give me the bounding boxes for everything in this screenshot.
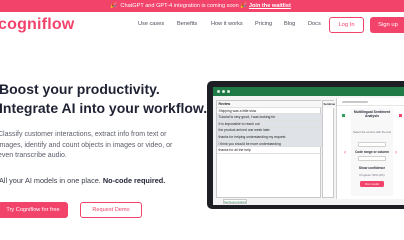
nav-link-use-cases[interactable]: Use cases (138, 21, 164, 27)
excel-logo-icon (342, 114, 345, 117)
laptop-screen: Review Shipping was a little slow Tutori… (213, 87, 404, 205)
logo[interactable]: cogniflow (0, 16, 74, 34)
hero-title-line-2: Integrate AI into your workflow. (0, 100, 208, 116)
sheet-tab[interactable]: Sentiment Analysis (223, 199, 247, 204)
sheet-header-cell: Review (217, 101, 322, 108)
hero-desc-line-1: Classify customer interactions, extract … (0, 131, 167, 138)
tagline-bold: No-code required. (102, 176, 166, 185)
nav-link-blog[interactable]: Blog (284, 21, 295, 27)
panel-subtitle: Select the column with the text (353, 130, 391, 134)
login-button[interactable]: Log In (329, 17, 364, 33)
tagline-text: All your AI models in one place. (0, 176, 101, 185)
nav-link-pricing[interactable]: Pricing (255, 21, 272, 27)
panel-body: Multilingual Sentiment Analysis Select t… (351, 108, 393, 196)
sheet-cell: Tutorial is very good, I was looking for (217, 114, 322, 121)
hero-title: Boost your productivity. Integrate AI in… (0, 80, 207, 118)
addin-panel: Multilingual Sentiment Analysis Select t… (336, 98, 404, 199)
chevron-left-icon[interactable]: ‹ (344, 150, 346, 156)
range-label: Code range or column (355, 150, 389, 154)
sheet-cell: thanks for helping understanding my requ… (217, 134, 322, 141)
sheet-cell: It is impossible to reach out (217, 120, 322, 128)
nav-link-how-it-works[interactable]: How it works (211, 21, 243, 27)
sheet-cell: I think you should be more understanding (217, 140, 322, 148)
sheet-cell: Shipping was a little slow (217, 108, 322, 115)
progress-text: Progress: 50% (4%) (359, 173, 385, 177)
hero-desc-line-2: images, identify and count objects in im… (0, 141, 173, 149)
toolbar-dot-icon (217, 90, 220, 93)
hero-desc-line-3: even transcribe audio. (0, 152, 67, 159)
signup-button[interactable]: Sign up (370, 17, 404, 33)
spreadsheet-grid: Review Shipping was a little slow Tutori… (216, 100, 322, 198)
laptop-mockup: Review Shipping was a little slow Tutori… (207, 81, 404, 209)
top-nav: cogniflow Use cases Benefits How it work… (0, 12, 404, 40)
hero-tagline: All your AI models in one place. No-code… (0, 176, 165, 185)
panel-title: Multilingual Sentiment Analysis (353, 110, 391, 119)
sentiment-column: Sentiment (322, 100, 335, 198)
banner-text: ChatGPT and GPT-4 integration is coming … (120, 3, 248, 9)
hero-description: Classify customer interactions, extract … (0, 130, 172, 162)
panel-header (337, 98, 404, 106)
run-model-button[interactable]: Run model (360, 181, 384, 187)
panel-header-bar (342, 101, 368, 103)
toolbar-dot-icon (227, 90, 230, 93)
sheet-cell: the product arrived one week later (217, 127, 322, 134)
nav-link-benefits[interactable]: Benefits (177, 21, 197, 27)
sentiment-column-header: Sentiment (323, 101, 335, 108)
confidence-label: Show confidence (358, 166, 386, 170)
party-icon: 🎉 (110, 3, 117, 9)
cogniflow-logo-icon (399, 114, 402, 117)
announcement-banner: 🎉 ChatGPT and GPT-4 integration is comin… (0, 0, 404, 12)
sheet-cell: thanks for all the help (217, 147, 322, 154)
request-demo-button[interactable]: Request Demo (80, 202, 142, 218)
nav-link-docs[interactable]: Docs (308, 21, 321, 27)
chevron-right-icon[interactable]: › (395, 150, 397, 156)
spreadsheet-toolbar (213, 87, 404, 96)
text-column-field[interactable] (358, 142, 386, 147)
hero-title-line-1: Boost your productivity. (0, 81, 160, 97)
toolbar-dot-icon (222, 90, 225, 93)
try-free-button[interactable]: Try Cogniflow for free (0, 202, 68, 218)
waitlist-link[interactable]: Join the waitlist (249, 3, 291, 9)
range-field[interactable] (358, 156, 386, 161)
